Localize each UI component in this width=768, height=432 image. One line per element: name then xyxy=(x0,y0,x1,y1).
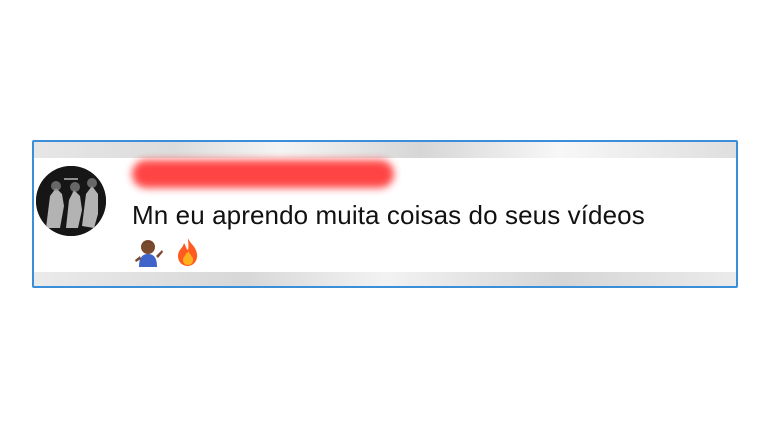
top-shadow xyxy=(34,142,736,158)
comment-text: Mn eu aprendo muita coisas do seus vídeo… xyxy=(132,200,645,230)
comment-emojis xyxy=(132,234,204,268)
woman-tipping-hand-icon xyxy=(132,236,164,268)
redacted-username xyxy=(132,160,394,188)
comment-card: Mn eu aprendo muita coisas do seus vídeo… xyxy=(32,140,738,288)
avatar-image xyxy=(36,166,106,236)
bottom-shadow xyxy=(34,272,736,286)
fire-icon xyxy=(172,236,204,268)
avatar[interactable] xyxy=(36,166,106,236)
